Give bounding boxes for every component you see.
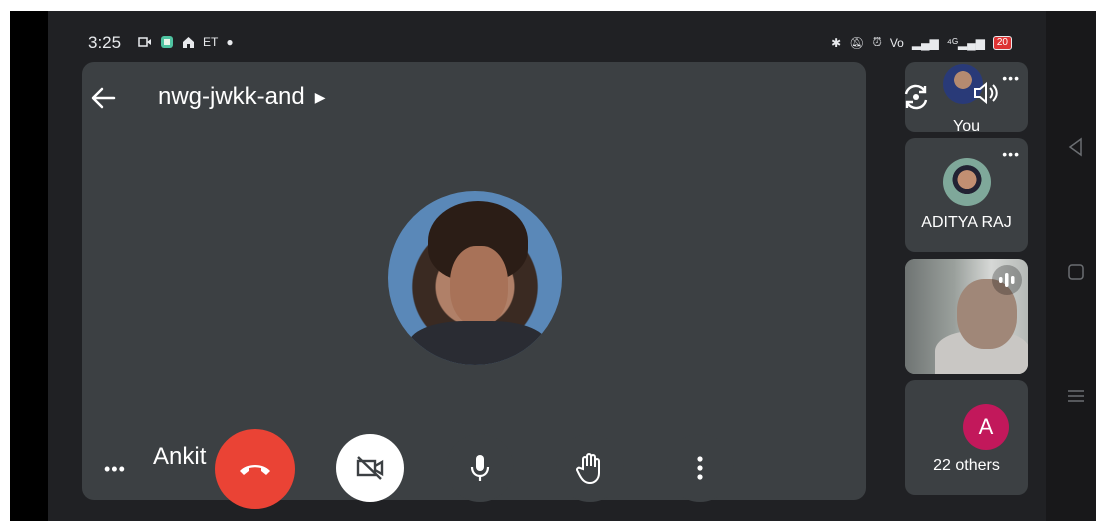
mute-icon: 🔕︎ <box>849 35 865 50</box>
bluetooth-icon: ✱ <box>831 35 842 50</box>
home-icon <box>183 36 194 48</box>
nav-recents-icon[interactable] <box>1066 386 1086 406</box>
end-call-icon <box>240 465 270 475</box>
others-count: 22 others <box>933 457 1000 474</box>
self-label: You <box>953 118 980 132</box>
video-call-icon <box>138 37 151 47</box>
switch-camera-icon[interactable] <box>900 81 932 113</box>
status-time: 3:25 <box>88 33 122 52</box>
participant-tile-aditya[interactable]: ••• ADITYA RAJ <box>905 138 1028 252</box>
participant-avatar <box>943 158 991 206</box>
others-avatar: A <box>963 404 1009 450</box>
mic-icon <box>470 455 490 481</box>
signal-icon: ▂▄▆ <box>911 35 939 50</box>
more-options-icon <box>697 456 703 480</box>
volte-icon: Vo <box>889 35 904 50</box>
meet-screen: 3:25 ET ● ✱ 🔕︎ ⏰︎ Vo ▂▄▆ ⁴ᴳ▂▄▆ 20 nwg-jw… <box>48 11 1046 521</box>
end-call-button[interactable] <box>215 429 295 509</box>
participant-name: ADITYA RAJ <box>921 214 1012 231</box>
others-tile[interactable]: A 22 others <box>905 380 1028 495</box>
chevron-right-icon: ▶ <box>314 88 326 105</box>
main-speaker-name: Ankit <box>153 443 207 470</box>
speaker-options-icon[interactable]: ••• <box>104 459 126 480</box>
participant-video-tile[interactable] <box>905 259 1028 374</box>
battery-icon: 20 <box>992 35 1012 50</box>
raise-hand-button[interactable] <box>556 434 624 502</box>
alarm-icon: ⏰︎ <box>872 35 882 49</box>
et-icon: ET <box>203 35 219 49</box>
status-right-icons: ✱ 🔕︎ ⏰︎ Vo ▂▄▆ ⁴ᴳ▂▄▆ 20 <box>831 35 1012 50</box>
raise-hand-icon <box>576 453 600 485</box>
speaking-indicator-icon <box>992 265 1022 295</box>
app-icon <box>161 36 173 48</box>
speaker-volume-icon[interactable] <box>971 78 1001 108</box>
dot-icon: ● <box>226 35 234 49</box>
participant-options-icon[interactable]: ••• <box>1002 146 1020 162</box>
nav-back-icon[interactable] <box>1066 137 1086 157</box>
camera-off-icon <box>356 456 384 480</box>
status-bar: 3:25 ET ● ✱ 🔕︎ ⏰︎ Vo ▂▄▆ ⁴ᴳ▂▄▆ 20 <box>48 11 1046 61</box>
status-left-icons: ET ● <box>138 35 234 49</box>
more-options-button[interactable] <box>666 434 734 502</box>
meeting-code-button[interactable]: nwg-jwkk-and ▶ <box>158 83 326 111</box>
self-options-icon[interactable]: ••• <box>1002 70 1020 86</box>
meeting-code: nwg-jwkk-and <box>158 83 305 110</box>
back-arrow-icon[interactable] <box>88 83 118 113</box>
camera-toggle-button[interactable] <box>336 434 404 502</box>
signal-4g-icon: ⁴ᴳ▂▄▆ <box>946 35 985 50</box>
nav-home-icon[interactable] <box>1066 262 1086 282</box>
mic-toggle-button[interactable] <box>446 434 514 502</box>
main-speaker-avatar <box>388 191 562 365</box>
